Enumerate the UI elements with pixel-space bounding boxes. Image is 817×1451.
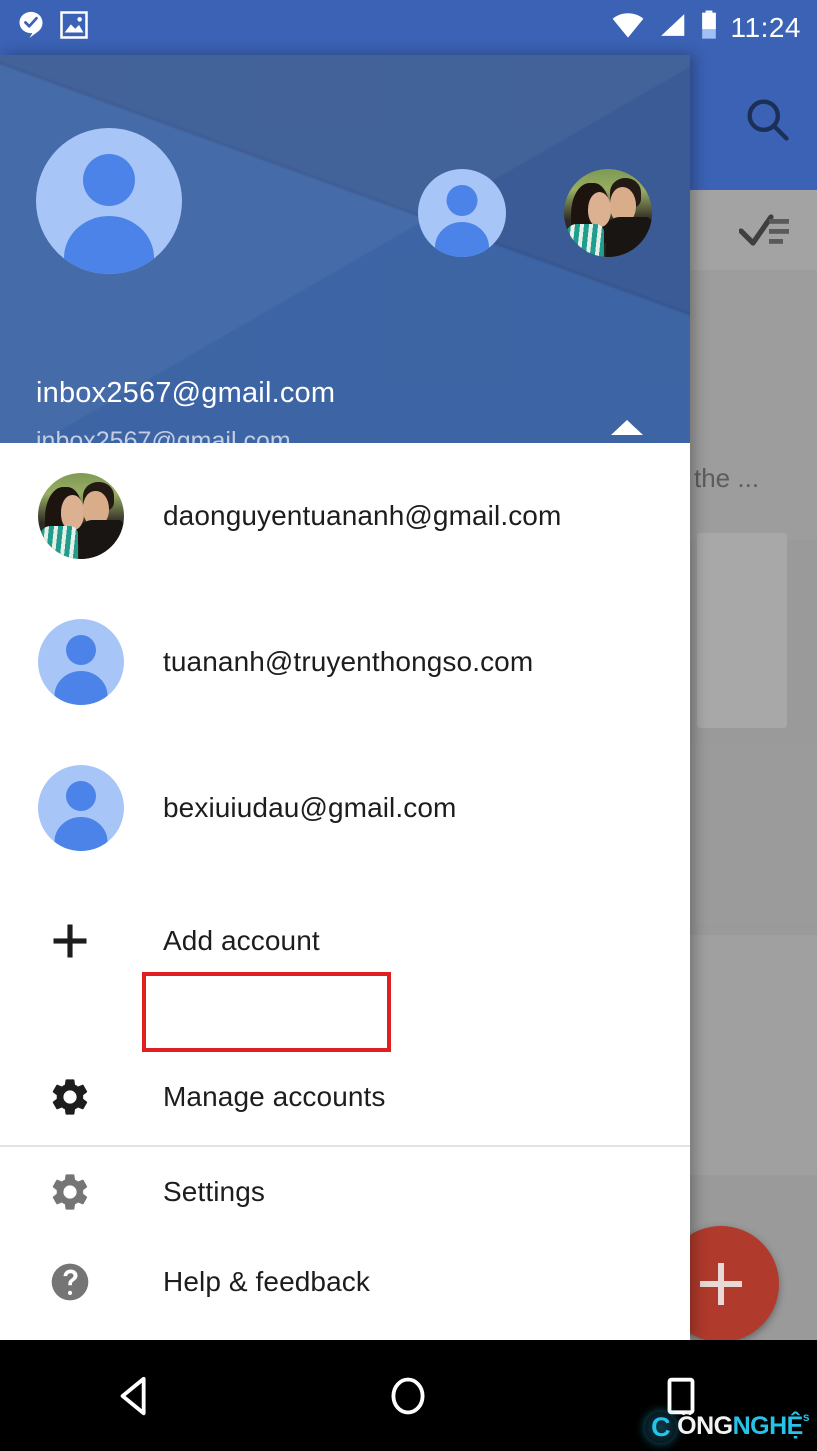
screenshot-image-icon	[60, 10, 88, 45]
home-button[interactable]	[348, 1340, 468, 1451]
avatar	[38, 765, 124, 851]
default-person-avatar-icon	[54, 671, 108, 705]
background-snippet-text: the ...	[694, 463, 760, 493]
plus-icon	[38, 919, 124, 963]
search-icon[interactable]	[741, 93, 793, 150]
avatar	[38, 473, 124, 559]
gear-icon	[38, 1075, 124, 1119]
navigation-drawer: inbox2567@gmail.com inbox2567@gmail.com …	[0, 55, 690, 1340]
account-email: bexiuiudau@gmail.com	[163, 792, 457, 823]
help-feedback-label: Help & feedback	[163, 1266, 370, 1297]
manage-accounts-label: Manage accounts	[163, 1081, 386, 1112]
plus-icon	[718, 1263, 724, 1305]
status-bar-notifications	[16, 10, 88, 45]
background-list-card	[690, 270, 817, 540]
list-spacer	[0, 1001, 690, 1049]
account-email: daonguyentuananh@gmail.com	[163, 500, 562, 531]
android-navigation-bar: C ÔNG NGHỆ s	[0, 1340, 817, 1451]
battery-icon	[699, 10, 719, 45]
account-list: daonguyentuananh@gmail.com tuananh@truye…	[0, 443, 690, 1327]
avatar[interactable]	[564, 169, 652, 257]
watermark-logo-c: C	[645, 1412, 677, 1443]
default-person-avatar-icon	[54, 817, 108, 851]
avatar[interactable]	[418, 169, 506, 257]
default-person-avatar-icon	[435, 222, 489, 257]
background-list-card	[690, 745, 817, 925]
avatar[interactable]	[36, 128, 182, 274]
drawer-account-header[interactable]: inbox2567@gmail.com inbox2567@gmail.com	[0, 55, 690, 443]
add-account-label: Add account	[163, 925, 320, 956]
chevron-up-icon[interactable]	[609, 413, 645, 441]
watermark-superscript: s	[802, 1410, 810, 1424]
status-bar-system-icons: 11:24	[611, 10, 802, 45]
wifi-icon	[611, 11, 645, 44]
inbox-notification-icon	[16, 10, 46, 45]
status-bar: 11:24	[0, 0, 817, 55]
gear-icon	[38, 1170, 124, 1214]
background-thumbnail-card	[697, 533, 787, 728]
primary-account-email: inbox2567@gmail.com	[36, 377, 336, 409]
signal-icon	[657, 11, 687, 44]
help-circle-icon	[38, 1260, 124, 1304]
default-person-avatar-icon	[66, 781, 96, 811]
site-watermark: C ÔNG NGHỆ s	[645, 1410, 810, 1443]
watermark-ong: ÔNG	[677, 1412, 733, 1440]
default-person-avatar-icon	[83, 154, 135, 206]
list-item[interactable]: tuananh@truyenthongso.com	[0, 589, 690, 735]
back-button[interactable]	[76, 1340, 196, 1451]
avatar	[38, 619, 124, 705]
settings-button[interactable]: Settings	[0, 1147, 690, 1237]
list-item[interactable]: bexiuiudau@gmail.com	[0, 735, 690, 881]
status-bar-clock: 11:24	[730, 11, 801, 43]
secondary-account-email: inbox2567@gmail.com	[36, 427, 291, 443]
default-person-avatar-icon	[64, 216, 154, 274]
done-all-icon[interactable]	[738, 211, 791, 254]
default-person-avatar-icon	[66, 635, 96, 665]
manage-accounts-button[interactable]: Manage accounts	[0, 1049, 690, 1145]
help-feedback-button[interactable]: Help & feedback	[0, 1237, 690, 1327]
photo-avatar-couple	[38, 473, 124, 559]
settings-label: Settings	[163, 1176, 265, 1207]
account-email: tuananh@truyenthongso.com	[163, 646, 534, 677]
list-item[interactable]: daonguyentuananh@gmail.com	[0, 443, 690, 589]
photo-avatar-couple	[564, 169, 652, 257]
default-person-avatar-icon	[446, 185, 478, 216]
background-list-card	[690, 935, 817, 1175]
add-account-button[interactable]: Add account	[0, 881, 690, 1001]
watermark-nghe: NGHỆ	[732, 1412, 804, 1440]
